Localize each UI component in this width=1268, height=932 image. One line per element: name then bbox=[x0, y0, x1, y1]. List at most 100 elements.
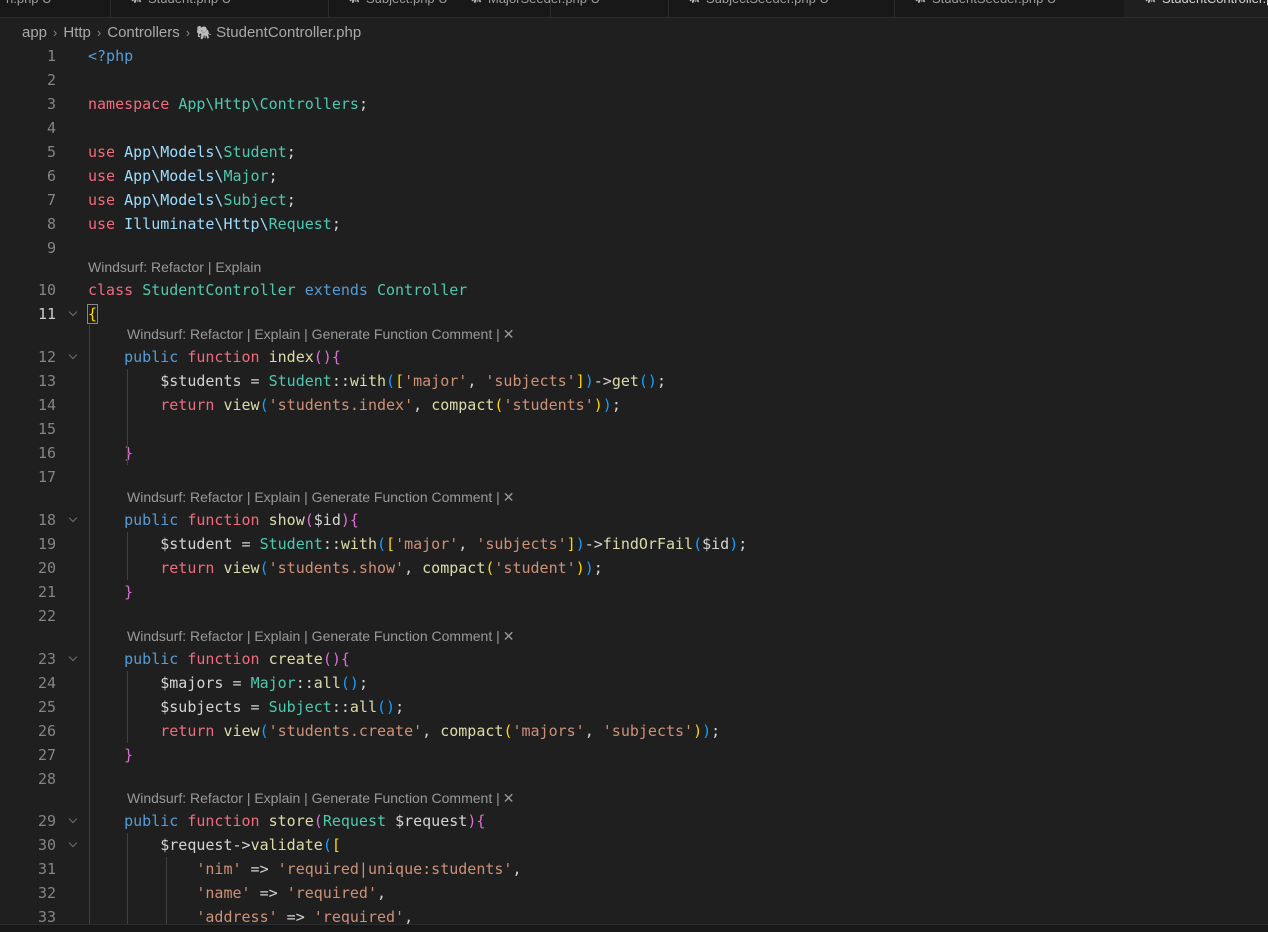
windsurf-codelens[interactable]: Windsurf: Refactor | Explain | Generate … bbox=[127, 325, 514, 343]
code-line[interactable]: public function create(){ bbox=[88, 647, 350, 671]
fold-chevron-icon[interactable] bbox=[67, 647, 81, 671]
code-line[interactable]: $majors = Major::all(); bbox=[88, 671, 368, 695]
php-file-icon: 🐘 bbox=[470, 0, 484, 7]
fold-chevron-icon[interactable] bbox=[67, 508, 81, 532]
code-line[interactable]: 'name' => 'required', bbox=[88, 881, 386, 905]
tab-student-php[interactable]: 🐘 Student.php U bbox=[110, 0, 329, 17]
php-file-icon: 🐘 bbox=[348, 0, 362, 7]
tab-studentseeder-php[interactable]: 🐘 StudentSeeder.php U bbox=[894, 0, 1125, 17]
windsurf-codelens[interactable]: Windsurf: Refactor | Explain | Generate … bbox=[127, 627, 514, 645]
code-line[interactable]: <?php bbox=[88, 44, 133, 68]
code-token: validate bbox=[250, 836, 323, 854]
codelens-actions[interactable]: Windsurf: Refactor | Explain bbox=[88, 259, 261, 275]
code-line[interactable]: public function show($id){ bbox=[88, 508, 359, 532]
code-line[interactable]: use App\Models\Student; bbox=[88, 140, 296, 164]
codelens-actions[interactable]: Windsurf: Refactor | Explain | Generate … bbox=[127, 790, 500, 806]
code-token: = bbox=[232, 535, 260, 553]
code-token: ; bbox=[738, 535, 748, 553]
code-token: all bbox=[313, 674, 341, 692]
code-token: => bbox=[241, 860, 278, 878]
code-line[interactable]: return view('students.index', compact('s… bbox=[88, 393, 621, 417]
code-line[interactable]: use App\Models\Major; bbox=[88, 164, 278, 188]
code-token: () bbox=[638, 372, 657, 390]
code-line[interactable]: $student = Student::with(['major', 'subj… bbox=[88, 532, 747, 556]
code-token: function bbox=[187, 650, 260, 668]
code-editor[interactable]: 1 <?php 2 3 namespace App\Http\Controllers; 4… bbox=[0, 44, 1268, 926]
line-number: 21 bbox=[37, 583, 56, 601]
code-token: function bbox=[187, 812, 260, 830]
indent-guide bbox=[166, 857, 167, 924]
close-icon[interactable]: ✕ bbox=[503, 628, 515, 644]
code-token: 'majors' bbox=[512, 722, 585, 740]
code-token: 'students.show' bbox=[268, 559, 405, 577]
codelens-actions[interactable]: Windsurf: Refactor | Explain | Generate … bbox=[127, 326, 500, 342]
code-token: , bbox=[413, 396, 432, 414]
code-token: store bbox=[268, 812, 314, 830]
code-token: $subjects bbox=[160, 698, 242, 716]
tab-studentcontroller-php[interactable]: 🐘 StudentController.php bbox=[1124, 0, 1268, 17]
fold-chevron-icon[interactable] bbox=[67, 302, 81, 326]
code-token: ( bbox=[259, 396, 269, 414]
code-token: ; bbox=[611, 396, 621, 414]
breadcrumb-item-controllers[interactable]: Controllers bbox=[107, 24, 180, 41]
code-token: ( bbox=[386, 372, 396, 390]
close-icon[interactable]: ✕ bbox=[503, 489, 515, 505]
tab-majorseeder-php[interactable]: 🐘 MajorSeeder.php U bbox=[450, 0, 669, 17]
code-line[interactable]: $request->validate([ bbox=[88, 833, 341, 857]
tab-subjectseeder-php[interactable]: 🐘 SubjectSeeder.php U bbox=[668, 0, 895, 17]
close-icon[interactable]: ✕ bbox=[503, 790, 515, 806]
code-line[interactable]: 'nim' => 'required|unique:students', bbox=[88, 857, 521, 881]
line-number: 7 bbox=[46, 191, 56, 209]
code-line[interactable]: public function store(Request $request){ bbox=[88, 809, 485, 833]
php-file-icon: 🐘 bbox=[688, 0, 702, 7]
windsurf-codelens[interactable]: Windsurf: Refactor | Explain | Generate … bbox=[127, 488, 514, 506]
fold-chevron-icon[interactable] bbox=[67, 345, 81, 369]
tab-label: MajorSeeder.php U bbox=[488, 0, 600, 7]
tab-n-php[interactable]: 🐘n.php U bbox=[0, 0, 111, 17]
code-token: ; bbox=[286, 191, 296, 209]
code-token: <?php bbox=[88, 47, 134, 65]
fold-chevron-icon[interactable] bbox=[67, 809, 81, 833]
code-line[interactable]: namespace App\Http\Controllers; bbox=[88, 92, 368, 116]
code-token: extends bbox=[304, 281, 368, 299]
code-token: ; bbox=[593, 559, 603, 577]
code-token: ; bbox=[711, 722, 721, 740]
code-line[interactable]: public function index(){ bbox=[88, 345, 341, 369]
code-token: return bbox=[160, 722, 215, 740]
code-line[interactable]: } bbox=[88, 743, 133, 767]
code-line[interactable]: class StudentController extends Controll… bbox=[88, 278, 467, 302]
code-line[interactable]: $subjects = Subject::all(); bbox=[88, 695, 404, 719]
windsurf-codelens[interactable]: Windsurf: Refactor | Explain bbox=[88, 258, 261, 276]
code-token: ) bbox=[702, 722, 712, 740]
code-token: App\Models\ bbox=[124, 143, 224, 161]
code-line[interactable]: return view('students.show', compact('st… bbox=[88, 556, 603, 580]
code-line[interactable]: $students = Student::with(['major', 'sub… bbox=[88, 369, 666, 393]
code-line[interactable]: } bbox=[88, 580, 133, 604]
breadcrumb-item-file[interactable]: StudentController.php bbox=[216, 24, 361, 41]
breadcrumb-item-app[interactable]: app bbox=[22, 24, 47, 41]
windsurf-codelens[interactable]: Windsurf: Refactor | Explain | Generate … bbox=[127, 789, 514, 807]
code-token: :: bbox=[295, 674, 314, 692]
code-token: ( bbox=[693, 535, 703, 553]
line-number: 8 bbox=[46, 215, 56, 233]
close-icon[interactable]: ✕ bbox=[503, 326, 515, 342]
code-token: , bbox=[377, 884, 387, 902]
fold-chevron-icon[interactable] bbox=[67, 833, 81, 857]
code-token: ( bbox=[322, 836, 332, 854]
codelens-actions[interactable]: Windsurf: Refactor | Explain | Generate … bbox=[127, 489, 500, 505]
code-line[interactable]: use Illuminate\Http\Request; bbox=[88, 212, 341, 236]
code-line[interactable]: { bbox=[86, 302, 99, 326]
code-token: namespace bbox=[88, 95, 170, 113]
code-line[interactable]: use App\Models\Subject; bbox=[88, 188, 296, 212]
breadcrumb-item-http[interactable]: Http bbox=[63, 24, 91, 41]
code-line[interactable]: return view('students.create', compact('… bbox=[88, 719, 720, 743]
code-token: 'students.index' bbox=[268, 396, 414, 414]
codelens-actions[interactable]: Windsurf: Refactor | Explain | Generate … bbox=[127, 628, 500, 644]
